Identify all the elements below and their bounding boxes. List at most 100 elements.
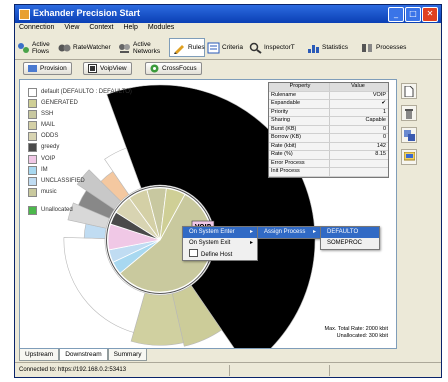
crossfocus-icon [150, 64, 159, 73]
networks-icon [119, 43, 130, 53]
legend-swatch [28, 99, 37, 109]
property-row[interactable]: Rulename VOIP [269, 91, 388, 100]
copy-button[interactable] [401, 127, 417, 143]
legend-label: GENERATED [41, 100, 78, 107]
crossfocus-button[interactable]: CrossFocus [145, 62, 202, 75]
document-icon [404, 85, 414, 97]
legend-label: ODDS [41, 133, 59, 140]
maximize-button[interactable]: □ [405, 7, 421, 22]
provision-button[interactable]: Provision [23, 62, 72, 75]
minimize-button[interactable]: _ [388, 7, 404, 22]
menu-help[interactable]: Help [119, 23, 141, 31]
processes-icon [362, 43, 372, 52]
copy-icon [403, 129, 415, 141]
property-value: ✔ [381, 100, 386, 106]
background-fade [0, 0, 14, 382]
toolbar-rules[interactable]: Rules [169, 38, 205, 57]
toolbar-criteria[interactable]: Criteria [207, 38, 247, 57]
legend-swatch [28, 205, 37, 215]
menu-item-on-system-exit[interactable]: On System Exit ▸ [183, 238, 257, 249]
toolbar-processes[interactable]: Processes [361, 38, 441, 57]
property-key: Expandable [269, 100, 330, 108]
legend-item[interactable]: Unallocated [28, 205, 138, 216]
legend-item[interactable]: UNCLASSIFIED [28, 176, 138, 187]
property-row[interactable]: Priority 1 [269, 108, 388, 117]
menu-modules[interactable]: Modules [144, 23, 178, 31]
menu-item-assign-process[interactable]: Assign Process ▸ [258, 227, 320, 238]
menu-context[interactable]: Context [85, 23, 117, 31]
app-window: Exhander Precision Start _ □ ✕ Connectio… [14, 4, 442, 378]
close-button[interactable]: ✕ [422, 7, 438, 22]
legend-item[interactable]: GENERATED [28, 99, 138, 109]
property-row[interactable]: Rate (kbit) 142 [269, 142, 388, 151]
property-value [330, 168, 388, 176]
toolbar-inspector[interactable]: InspectorT [249, 38, 303, 57]
property-row[interactable]: Error Process [269, 159, 388, 168]
legend-swatch [28, 154, 37, 164]
toolbar-statistics[interactable]: Statistics [307, 38, 357, 57]
status-bar: Connected to: https://192.168.0.2:53413 [15, 362, 441, 377]
menu-item-defaulto[interactable]: DEFAULTO [321, 227, 379, 238]
legend-swatch [28, 143, 37, 153]
rate-summary: Max. Total Rate: 2000 kbit Unallocated: … [325, 326, 389, 340]
property-key: Burst (KB) [269, 125, 330, 133]
legend-swatch [28, 165, 37, 175]
menu-item-on-system-enter[interactable]: On System Enter ▸ [183, 227, 257, 238]
chart-legend: default (DEFAULTO : DEFAULTO) GENERATED SS… [28, 88, 138, 217]
property-key: Borrow (KB) [269, 134, 330, 142]
value-column-header: Value [351, 83, 365, 89]
legend-swatch [28, 187, 37, 197]
property-row[interactable]: Rate (%) 8.15 [269, 151, 388, 160]
export-button[interactable] [401, 149, 417, 165]
flows-icon [18, 42, 29, 53]
toolbar-active-networks[interactable]: Active Networks [118, 38, 166, 57]
legend-item[interactable]: MAIL [28, 121, 138, 131]
legend-label: MAIL [41, 122, 56, 129]
legend-swatch [28, 88, 37, 97]
property-value [330, 160, 388, 168]
menu-item-someproc[interactable]: SOMEPROC [321, 238, 379, 249]
delete-button[interactable] [401, 105, 417, 121]
toolbar-active-flows[interactable]: Active Flows [17, 38, 57, 57]
property-row[interactable]: Expandable ✔ [269, 100, 388, 109]
legend-item[interactable]: VOIP [28, 154, 138, 165]
tab-summary[interactable]: Summary [107, 349, 148, 361]
property-row[interactable]: Sharing Capable [269, 117, 388, 126]
property-value: 0 [382, 125, 386, 132]
property-column-header: Property [269, 83, 330, 91]
property-value: 142 [376, 142, 386, 149]
voipview-icon [88, 64, 97, 73]
legend-item[interactable]: greedy [28, 143, 138, 153]
menu-connection[interactable]: Connection [15, 23, 58, 31]
side-toolbar [401, 83, 421, 171]
toolbar-ratewatcher[interactable]: RateWatcher [58, 38, 116, 57]
legend-swatch [28, 110, 37, 120]
legend-label: UNCLASSIFIED [41, 177, 85, 184]
legend-item[interactable]: IM [28, 165, 138, 176]
total-rate: Max. Total Rate: 2000 kbit [324, 326, 389, 332]
legend-item[interactable]: music [28, 187, 138, 198]
voipview-button[interactable]: VoipView [83, 62, 132, 75]
property-value: VOIP [372, 91, 386, 98]
legend-item[interactable]: default (DEFAULTO : DEFAULTO) [28, 88, 138, 98]
tab-downstream[interactable]: Downstream [59, 349, 108, 361]
criteria-icon [207, 42, 220, 53]
legend-swatch [28, 121, 37, 131]
assign-process-submenu: Assign Process ▸ [257, 226, 321, 239]
legend-item[interactable]: SSH [28, 110, 138, 120]
property-row[interactable]: Burst (KB) 0 [269, 125, 388, 134]
new-document-button[interactable] [401, 83, 417, 99]
legend-item[interactable]: ODDS [28, 132, 138, 142]
property-key: Sharing [269, 117, 330, 125]
legend-label: default (DEFAULTO : DEFAULTO) [41, 89, 132, 95]
legend-label: SSH [41, 111, 54, 118]
window-title: Exhander Precision Start [33, 8, 141, 18]
menu-view[interactable]: View [60, 23, 83, 31]
property-value: 0 [382, 134, 386, 140]
property-value: Capable [365, 117, 387, 123]
tab-upstream[interactable]: Upstream [19, 349, 60, 361]
menu-item-define-host[interactable]: Define Host [183, 249, 257, 260]
export-icon [403, 152, 415, 161]
property-row[interactable]: Init Process [269, 168, 388, 177]
property-row[interactable]: Borrow (KB) 0 [269, 134, 388, 143]
